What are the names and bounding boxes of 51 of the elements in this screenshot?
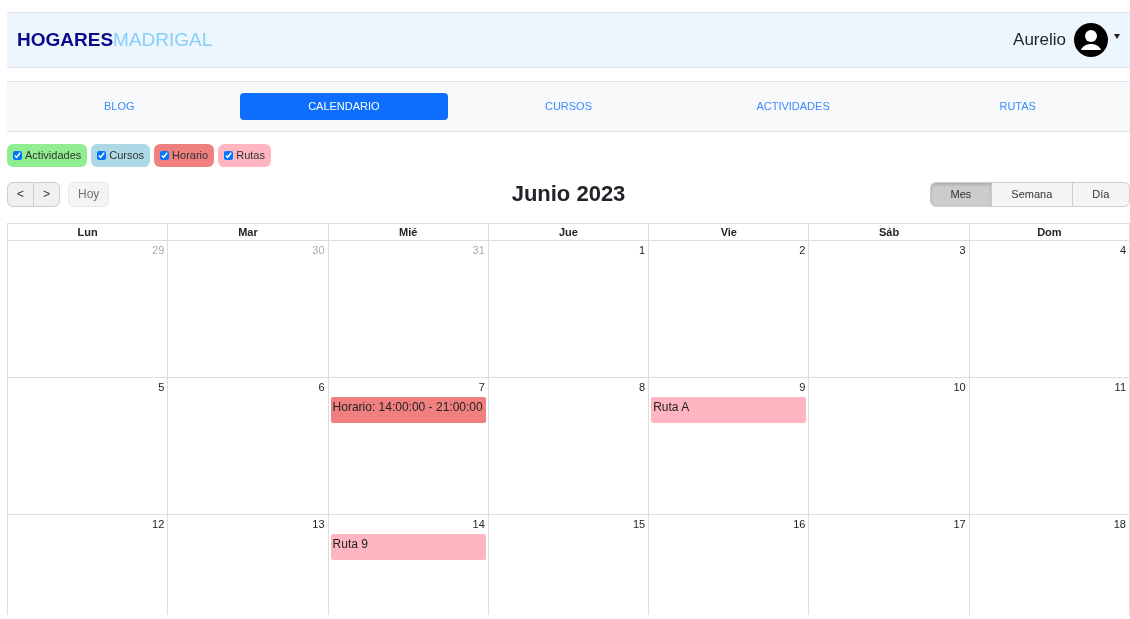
calendar-title: Junio 2023 (511, 180, 626, 208)
day-number: 15 (631, 516, 647, 531)
user-avatar-icon[interactable] (1074, 23, 1108, 57)
filter-checkbox[interactable] (13, 150, 22, 160)
day-number: 17 (952, 516, 967, 531)
filter-checkbox[interactable] (160, 150, 170, 160)
next-button[interactable]: > (33, 181, 61, 207)
caret-icon[interactable] (1114, 33, 1120, 39)
day-number: 12 (151, 516, 166, 531)
day-number: 4 (1118, 242, 1127, 257)
filter-chip[interactable]: Rutas (218, 144, 271, 167)
day-number: 31 (471, 242, 486, 257)
nav-tab[interactable]: CALENDARIO (239, 93, 449, 120)
day-number: 29 (151, 242, 166, 257)
weekday-header: Dom (969, 222, 1130, 241)
day-number: 16 (792, 516, 807, 531)
day-number: 7 (477, 379, 486, 394)
weekday-header: Jue (488, 222, 650, 241)
day-number: 11 (1113, 379, 1127, 394)
filter-chip[interactable]: Actividades (7, 144, 88, 167)
filter-checkbox[interactable] (97, 150, 107, 160)
day-number: 13 (311, 516, 326, 531)
weekday-header: Mié (328, 222, 489, 241)
day-number: 1 (638, 242, 647, 257)
view-button[interactable]: Día (1071, 181, 1130, 207)
today-button[interactable]: Hoy (68, 181, 110, 207)
calendar-event[interactable]: Ruta A (651, 396, 807, 423)
weekday-header: Mar (168, 222, 329, 241)
day-number: 5 (157, 379, 166, 394)
day-number: 3 (958, 242, 967, 257)
day-number: 9 (798, 379, 807, 394)
weekday-header: Lun (8, 222, 169, 241)
day-number: 8 (638, 379, 647, 394)
filter-chip[interactable]: Horario (154, 144, 215, 167)
day-number: 30 (311, 242, 326, 257)
previous-button[interactable]: < (7, 181, 34, 207)
view-button[interactable]: Semana (990, 181, 1073, 207)
day-number: 18 (1112, 516, 1127, 531)
filter-checkbox[interactable] (224, 150, 234, 160)
calendar-event[interactable]: Ruta 9 (330, 533, 486, 560)
weekday-header: Sáb (809, 222, 970, 241)
brand-logo-text[interactable]: HOGARES (17, 25, 114, 55)
calendar-event[interactable]: Horario: 14:00:00 - 21:00:00 (330, 396, 486, 423)
weekday-header: Vie (649, 222, 810, 241)
day-number: 6 (317, 379, 326, 394)
user-name: Aurelio (1013, 29, 1066, 52)
day-number: 14 (471, 516, 486, 531)
view-button[interactable]: Mes (930, 181, 992, 207)
day-number: 2 (798, 242, 807, 257)
day-number: 10 (952, 379, 967, 394)
filter-chip[interactable]: Cursos (91, 144, 151, 167)
